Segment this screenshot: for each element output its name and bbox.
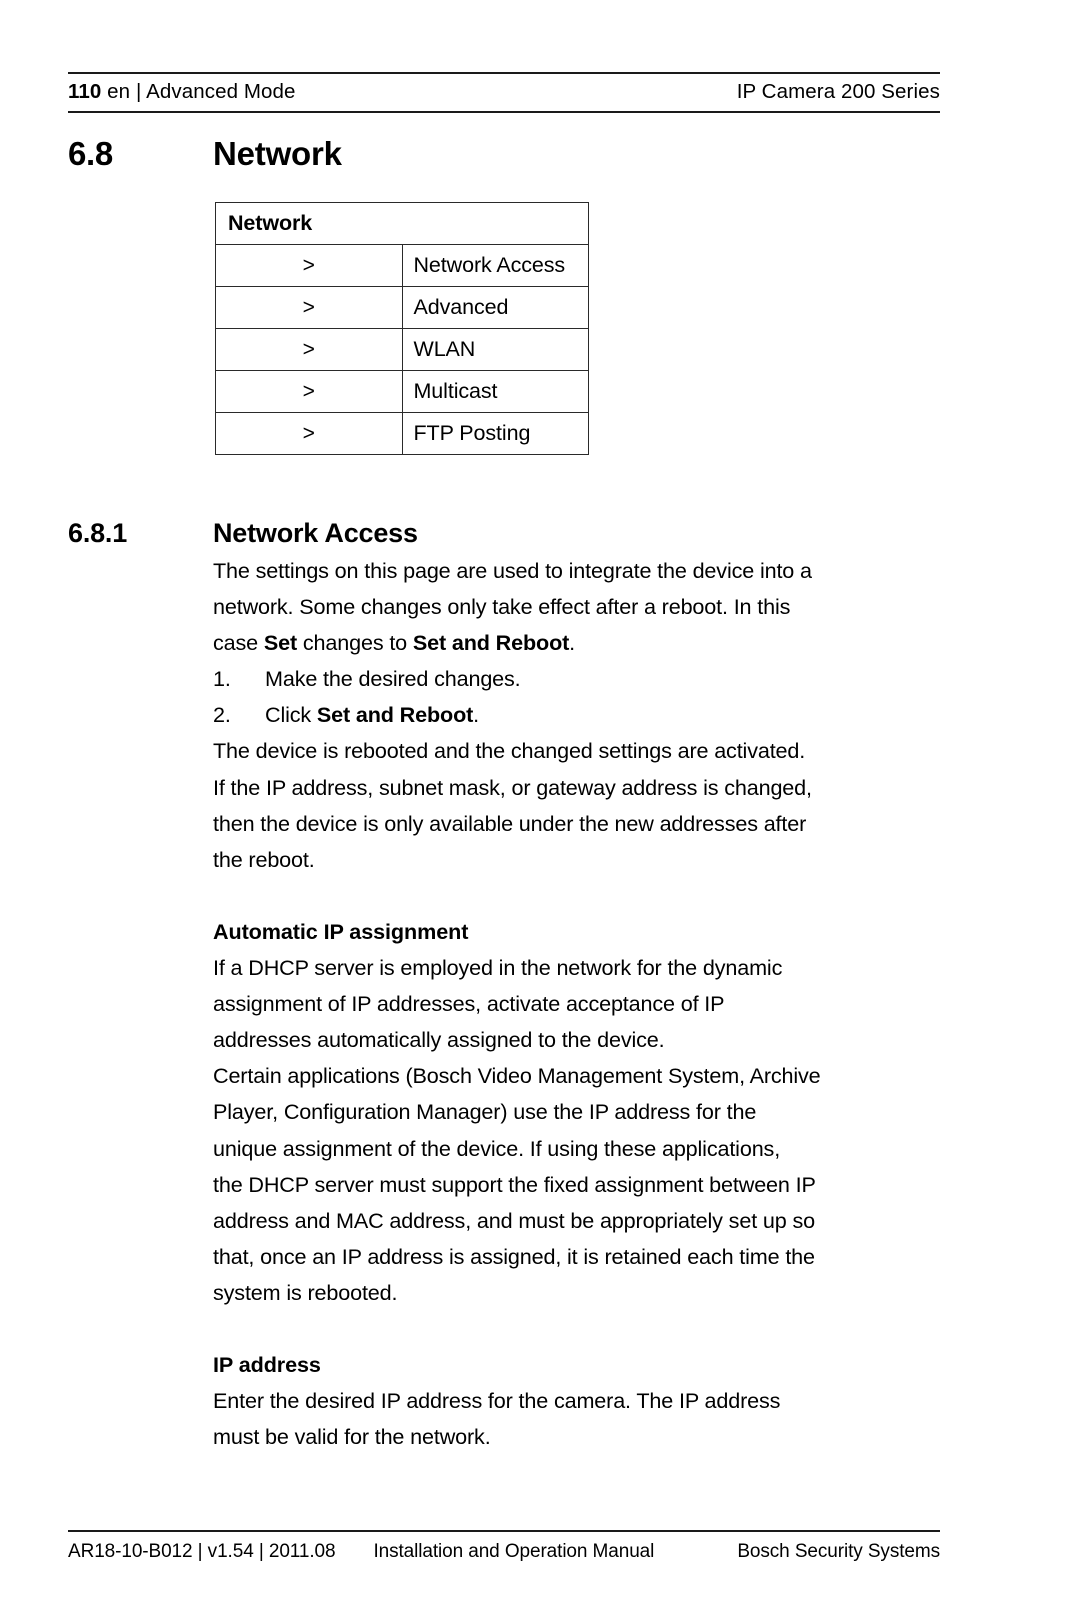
list-item: 1. Make the desired changes. (213, 661, 945, 697)
auto-ip-p1-line-2: assignment of IP addresses, activate acc… (213, 991, 725, 1017)
auto-ip-p2-line-7: system is rebooted. (213, 1279, 398, 1305)
after-steps-line-3: then the device is only available under … (213, 810, 807, 836)
page-footer: AR18-10-B012 | v1.54 | 2011.08 Installat… (68, 1530, 940, 1563)
step-text: Click Set and Reboot. (265, 697, 945, 733)
after-steps-line-4: the reboot. (213, 846, 315, 872)
ip-address-line-2: must be valid for the network. (213, 1424, 491, 1450)
footer-document-id: AR18-10-B012 | v1.54 | 2011.08 (68, 1541, 336, 1562)
header-language: en (107, 80, 131, 103)
auto-ip-paragraph-1: If a DHCP server is employed in the netw… (213, 950, 945, 1058)
table-row: > Advanced (215, 286, 589, 329)
document-page: 110 en | Advanced Mode IP Camera 200 Ser… (0, 0, 1080, 1618)
section-title: Network (213, 135, 342, 172)
inline-bold-set-and-reboot: Set and Reboot (412, 630, 570, 656)
auto-ip-p2-line-1: Certain applications (Bosch Video Manage… (213, 1063, 821, 1089)
step-text-post: . (473, 702, 480, 728)
footer-row: AR18-10-B012 | v1.54 | 2011.08 Installat… (68, 1532, 940, 1563)
row-arrow-icon: > (215, 412, 403, 455)
intro-paragraph: The settings on this page are used to in… (213, 553, 945, 661)
row-label-network-access: Network Access (401, 244, 589, 287)
inline-bold-set-and-reboot: Set and Reboot (316, 702, 474, 728)
row-arrow-icon: > (215, 328, 403, 371)
inline-bold-set: Set (263, 630, 298, 656)
row-arrow-icon: > (215, 370, 403, 413)
auto-ip-p1-line-1: If a DHCP server is employed in the netw… (213, 955, 783, 981)
steps-list: 1. Make the desired changes. 2. Click Se… (213, 661, 945, 733)
step-number: 2. (213, 702, 231, 728)
section-number: 6.8 (68, 135, 113, 172)
header-separator: | (135, 80, 142, 103)
intro-line-3-mid: changes to (297, 630, 413, 656)
auto-ip-paragraph-2: Certain applications (Bosch Video Manage… (213, 1058, 945, 1311)
page-number: 110 (68, 80, 102, 103)
footer-company: Bosch Security Systems (737, 1541, 940, 1562)
auto-ip-p2-line-2: Player, Configuration Manager) use the I… (213, 1099, 757, 1125)
header-product-name: IP Camera 200 Series (736, 80, 940, 103)
after-steps-line-2: If the IP address, subnet mask, or gatew… (213, 774, 812, 800)
heading-automatic-ip-assignment: Automatic IP assignment (213, 918, 469, 944)
heading-ip-address: IP address (213, 1352, 321, 1378)
intro-line-2: network. Some changes only take effect a… (213, 594, 791, 620)
header-row: 110 en | Advanced Mode IP Camera 200 Ser… (68, 74, 940, 111)
row-label-ftp-posting: FTP Posting (401, 412, 589, 455)
auto-ip-p1-line-3: addresses automatically assigned to the … (213, 1027, 665, 1053)
ip-address-line-1: Enter the desired IP address for the cam… (213, 1388, 781, 1414)
row-label-wlan: WLAN (401, 328, 589, 371)
subsection-heading: 6.8.1 Network Access (68, 518, 948, 549)
body-content: The settings on this page are used to in… (213, 553, 945, 1455)
after-steps-line-1: The device is rebooted and the changed s… (213, 738, 806, 764)
list-item: 2. Click Set and Reboot. (213, 697, 945, 733)
row-label-advanced: Advanced (401, 286, 589, 329)
table-header-row: Network (215, 202, 589, 245)
header-section-name: Advanced Mode (146, 80, 296, 103)
table-row: > WLAN (215, 328, 589, 371)
auto-ip-p2-line-4: the DHCP server must support the fixed a… (213, 1171, 816, 1197)
table-row: > Multicast (215, 370, 589, 413)
ip-address-paragraph: Enter the desired IP address for the cam… (213, 1383, 945, 1455)
table-row: > Network Access (215, 244, 589, 287)
intro-line-3-post: . (569, 630, 576, 656)
subsection-number: 6.8.1 (68, 518, 128, 548)
step-text-pre: Click (265, 702, 317, 728)
auto-ip-p2-line-3: unique assignment of the device. If usin… (213, 1135, 781, 1161)
step-text: Make the desired changes. (265, 666, 521, 692)
auto-ip-p2-line-5: address and MAC address, and must be app… (213, 1207, 815, 1233)
row-arrow-icon: > (215, 286, 403, 329)
header-rule-bottom (68, 110, 940, 113)
after-steps-paragraph: The device is rebooted and the changed s… (213, 733, 945, 877)
section-heading: 6.8 Network (68, 135, 948, 173)
intro-line-3-pre: case (213, 630, 264, 656)
table-header-cell: Network (215, 202, 589, 245)
auto-ip-p2-line-6: that, once an IP address is assigned, it… (213, 1243, 815, 1269)
table-row: > FTP Posting (215, 412, 589, 455)
network-menu-table: Network > Network Access > Advanced > WL… (215, 202, 589, 455)
subsection-title: Network Access (213, 518, 418, 548)
header-left: 110 en | Advanced Mode (68, 79, 296, 105)
footer-manual-title: Installation and Operation Manual (373, 1541, 655, 1562)
step-number: 1. (213, 666, 231, 692)
row-arrow-icon: > (215, 244, 403, 287)
page-header: 110 en | Advanced Mode IP Camera 200 Ser… (68, 72, 940, 113)
intro-line-1: The settings on this page are used to in… (213, 558, 812, 583)
row-label-multicast: Multicast (401, 370, 589, 413)
